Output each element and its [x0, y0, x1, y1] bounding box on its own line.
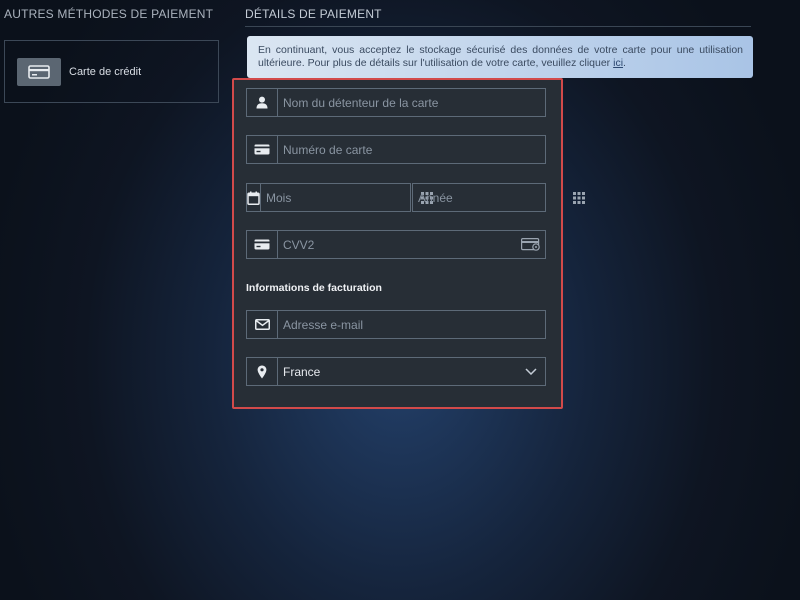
cvv-help-icon[interactable] [517, 231, 545, 258]
cvv-input[interactable] [278, 231, 517, 258]
card-number-input[interactable] [278, 136, 545, 163]
notice-link[interactable]: ici [613, 57, 623, 69]
user-icon [247, 89, 278, 116]
payment-details: DÉTAILS DE PAIEMENT En continuant, vous … [245, 0, 753, 78]
year-field [412, 183, 585, 212]
notice-suffix: . [623, 57, 626, 69]
year-input[interactable] [413, 184, 573, 211]
cardholder-field [246, 88, 546, 117]
email-field [246, 310, 546, 339]
card-number-field [246, 135, 546, 164]
credit-card-method[interactable]: Carte de crédit [4, 40, 219, 103]
payment-details-heading: DÉTAILS DE PAIEMENT [245, 7, 382, 21]
country-value: France [283, 364, 321, 379]
cardholder-input[interactable] [278, 89, 545, 116]
storage-notice: En continuant, vous acceptez le stockage… [247, 36, 753, 78]
month-field [246, 183, 433, 212]
billing-title: Informations de facturation [246, 282, 382, 294]
card-icon [247, 231, 278, 258]
payment-form: Informations de facturation France [232, 78, 585, 409]
email-input[interactable] [278, 311, 545, 338]
map-pin-icon [247, 358, 278, 385]
month-input[interactable] [261, 184, 421, 211]
notice-text: En continuant, vous acceptez le stockage… [258, 44, 743, 69]
chevron-down-icon[interactable] [517, 358, 545, 385]
other-methods-heading: AUTRES MÉTHODES DE PAIEMENT [4, 7, 214, 21]
envelope-icon [247, 311, 278, 338]
country-select[interactable]: France [246, 357, 546, 386]
heading-divider [245, 26, 751, 27]
credit-card-icon [17, 57, 61, 86]
cvv-field [246, 230, 546, 259]
other-payment-methods: AUTRES MÉTHODES DE PAIEMENT Carte de cré… [4, 0, 220, 103]
card-icon [247, 136, 278, 163]
year-grid-icon[interactable] [573, 184, 585, 211]
calendar-icon [247, 184, 261, 211]
credit-card-method-label: Carte de crédit [69, 65, 142, 78]
